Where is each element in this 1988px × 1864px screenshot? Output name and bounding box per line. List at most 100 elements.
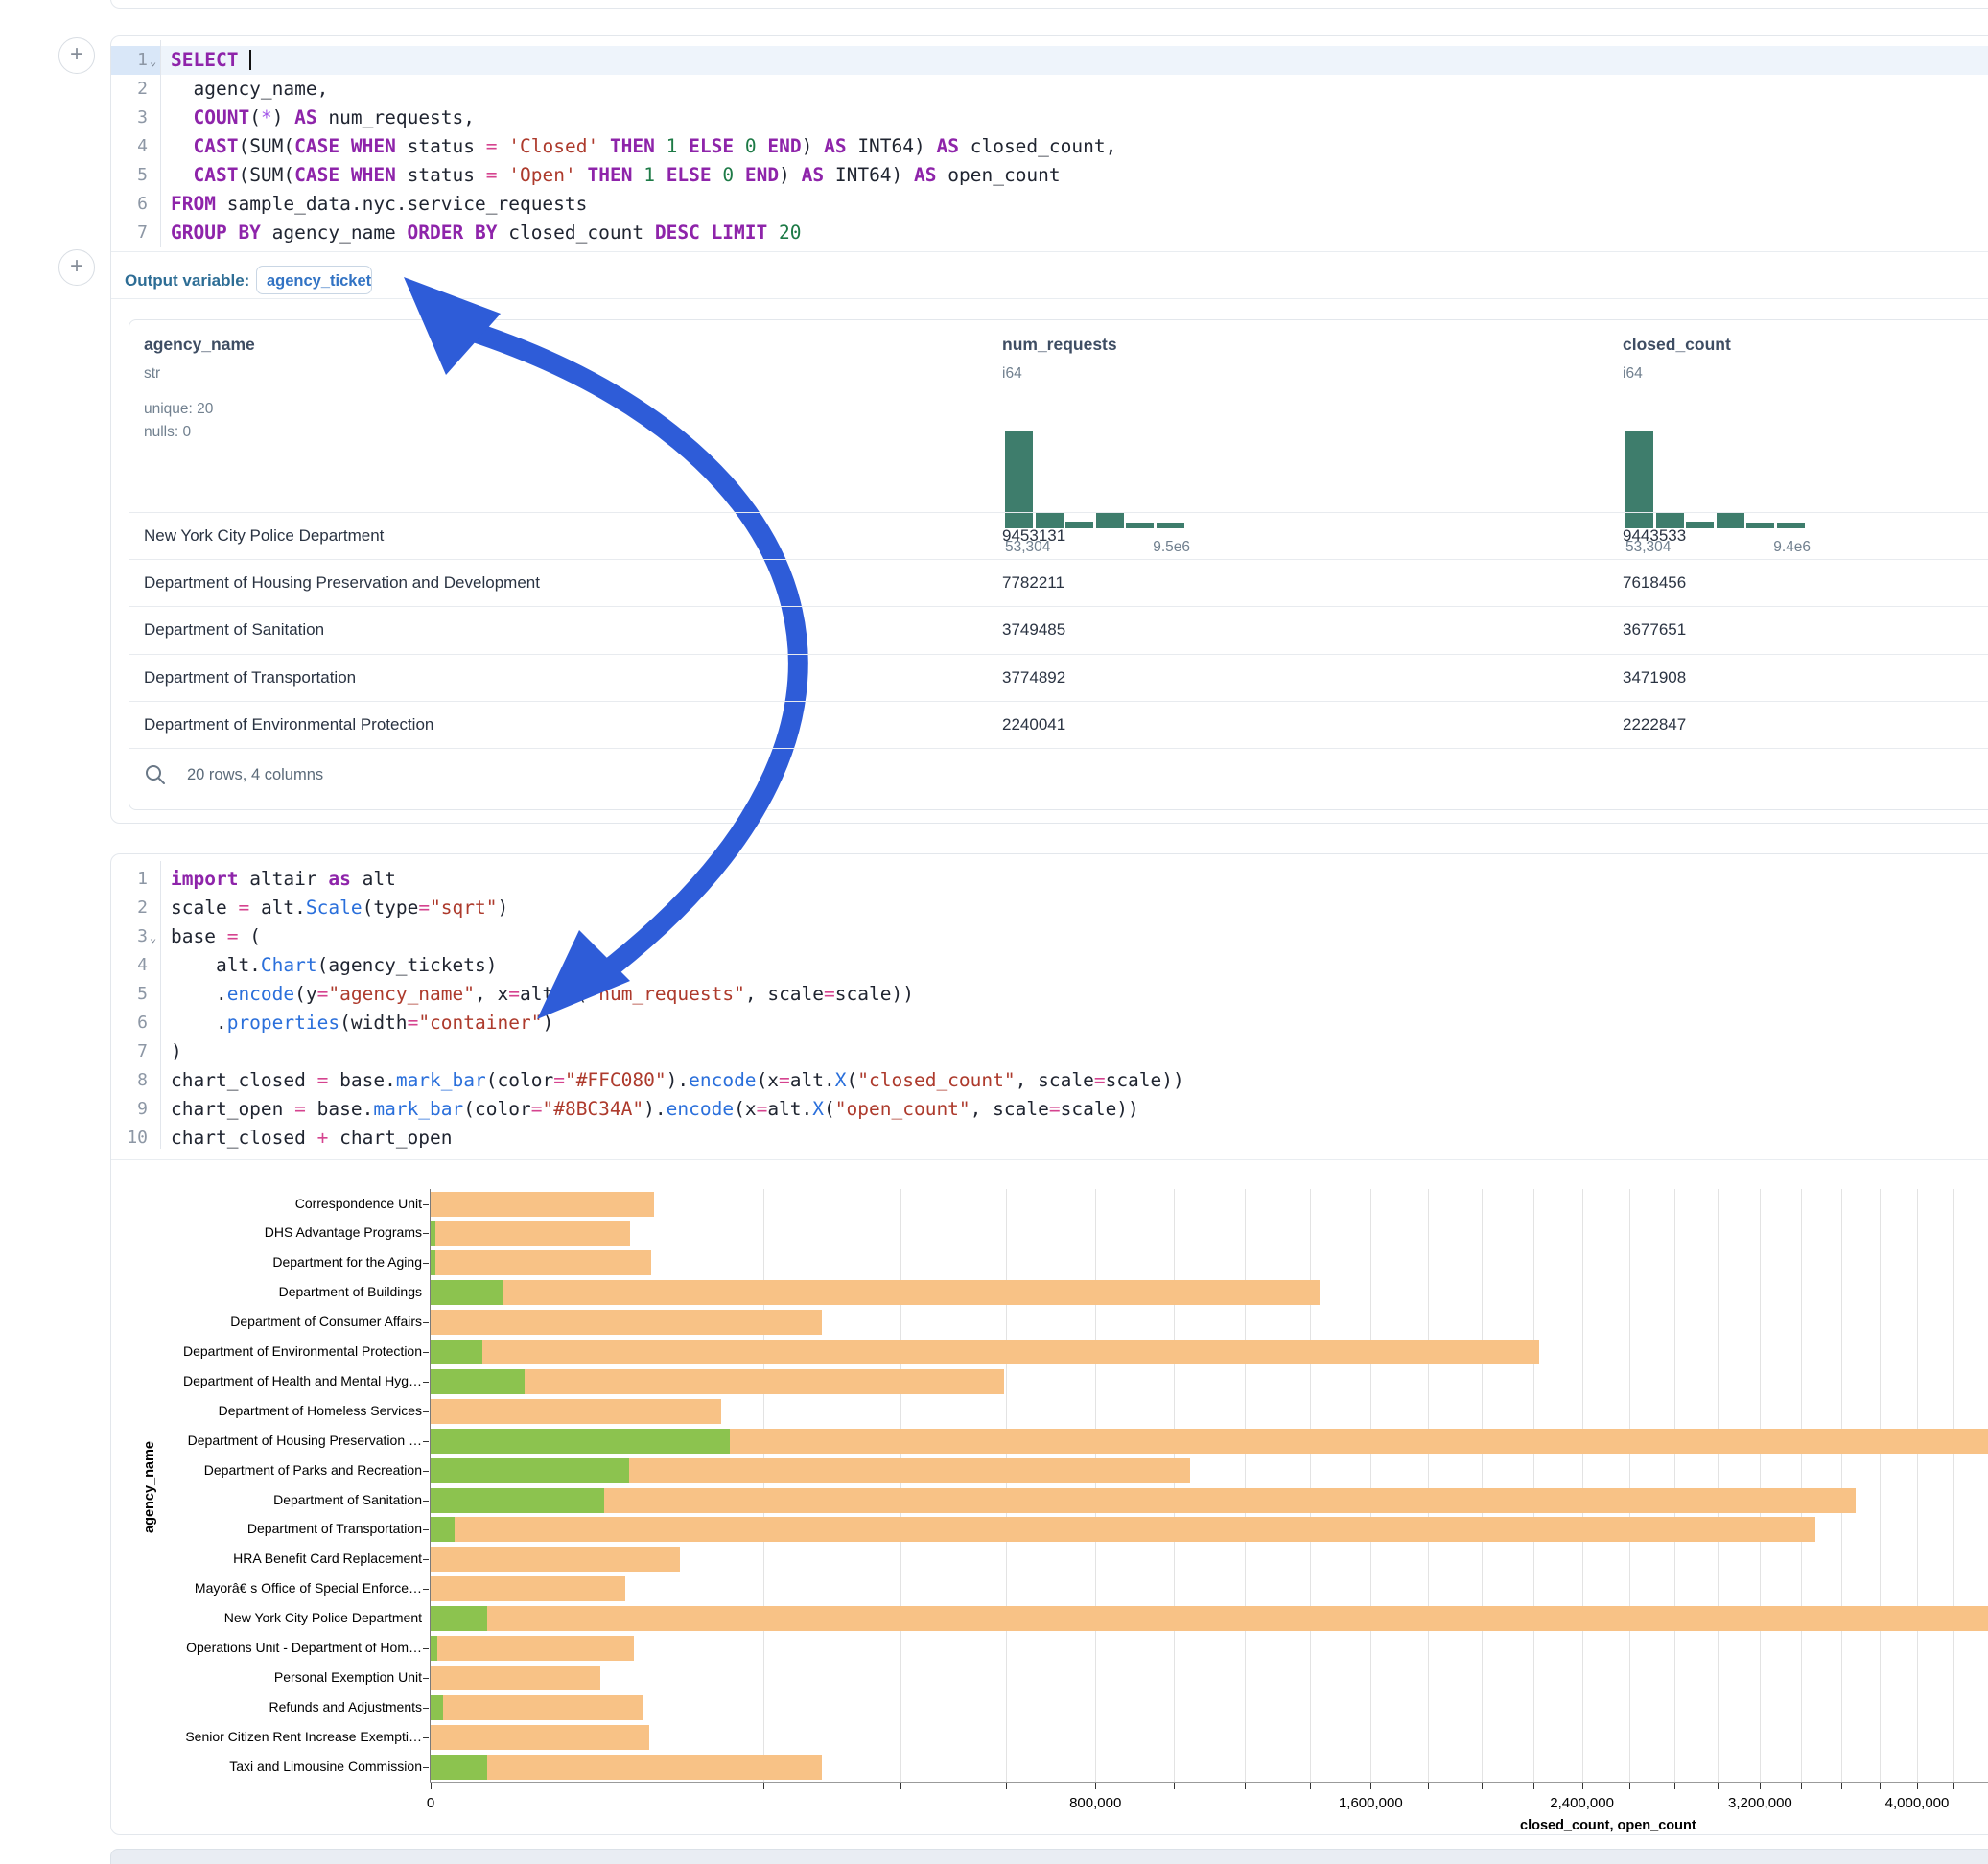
chart-y-label: Department of Sanitation (163, 1492, 422, 1507)
chart-gridline (1718, 1189, 1719, 1782)
chart-x-tick (1370, 1783, 1371, 1789)
line-number: 9 (111, 1095, 148, 1124)
table-cell-agency[interactable]: Department of Transportation (144, 654, 356, 701)
chart-x-tick-label: 1,600,000 (1339, 1795, 1403, 1811)
chart-x-tick (1310, 1783, 1311, 1789)
chart-gridline (1370, 1189, 1371, 1782)
histogram-bar (1096, 513, 1124, 528)
code-line[interactable]: 4 alt.Chart(agency_tickets) (111, 951, 1988, 980)
line-number: 2 (111, 75, 148, 104)
code-line[interactable]: 6FROM sample_data.nyc.service_requests (111, 190, 1988, 219)
add-cell-button-middle[interactable]: + (58, 249, 95, 286)
chart-y-label: DHS Advantage Programs (163, 1224, 422, 1240)
chart-bar-closed (431, 1192, 654, 1217)
code-line[interactable]: 9chart_open = base.mark_bar(color="#8BC3… (111, 1095, 1988, 1124)
line-number: 2 (111, 894, 148, 922)
chart-gridline (1310, 1189, 1311, 1782)
code-line[interactable]: 2scale = alt.Scale(type="sqrt") (111, 894, 1988, 922)
chart-y-label: Taxi and Limousine Commission (163, 1759, 422, 1774)
code-line[interactable]: 4 CAST(SUM(CASE WHEN status = 'Closed' T… (111, 132, 1988, 161)
chart-x-tick (1953, 1783, 1954, 1789)
chart-y-tick (423, 1471, 429, 1472)
text-cursor (249, 50, 251, 70)
chart-gridline (763, 1189, 764, 1782)
histogram-bar (1065, 522, 1093, 528)
chevron-down-icon[interactable]: ⌄ (150, 923, 156, 952)
chart-x-tick (900, 1783, 901, 1789)
code-line[interactable]: 5 .encode(y="agency_name", x=alt.X("num_… (111, 980, 1988, 1009)
line-number: 3 (111, 922, 148, 951)
chart-y-tick (423, 1204, 429, 1205)
code-line[interactable]: 3⌄base = ( (111, 922, 1988, 951)
code-line[interactable]: 3 COUNT(*) AS num_requests, (111, 104, 1988, 132)
table-cell-agency[interactable]: New York City Police Department (144, 512, 384, 559)
chart-y-tick (423, 1767, 429, 1768)
chart-bar-closed (431, 1576, 625, 1601)
chart-bar-open (431, 1369, 525, 1394)
line-number: 1 (111, 865, 148, 894)
code-line[interactable]: 7) (111, 1037, 1988, 1066)
line-number: 10 (111, 1124, 148, 1153)
chart-gridline (1428, 1189, 1429, 1782)
chart-bar-closed (431, 1755, 822, 1780)
chart-bar-open (431, 1340, 482, 1364)
python-code-bottom-divider (111, 1159, 1988, 1160)
sql-editor[interactable]: 1⌄SELECT 2 agency_name,3 COUNT(*) AS num… (111, 46, 1988, 247)
histogram-max-label: 9.4e6 (1747, 539, 1811, 556)
chart-y-label: Correspondence Unit (163, 1196, 422, 1211)
next-cell-edge (110, 1849, 1988, 1864)
table-cell-num-requests[interactable]: 3774892 (1002, 654, 1065, 701)
line-number: 1 (111, 46, 148, 75)
code-line[interactable]: 8chart_closed = base.mark_bar(color="#FF… (111, 1066, 1988, 1095)
table-cell-num-requests[interactable]: 2240041 (1002, 701, 1065, 748)
table-cell-closed-count[interactable]: 3471908 (1623, 654, 1686, 701)
table-cell-agency[interactable]: Department of Environmental Protection (144, 701, 433, 748)
table-cell-num-requests[interactable]: 3749485 (1002, 606, 1065, 653)
chart-y-label: Senior Citizen Rent Increase Exempti… (163, 1729, 422, 1744)
chart-bar-open (431, 1429, 730, 1454)
histogram-bar (1157, 523, 1184, 528)
chart-x-tick (1533, 1783, 1534, 1789)
column-header: num_requests (1002, 335, 1117, 355)
chart-x-tick (1482, 1783, 1483, 1789)
table-cell-closed-count[interactable]: 7618456 (1623, 559, 1686, 606)
code-line[interactable]: 5 CAST(SUM(CASE WHEN status = 'Open' THE… (111, 161, 1988, 190)
table-cell-agency[interactable]: Department of Housing Preservation and D… (144, 559, 540, 606)
code-line[interactable]: 7GROUP BY agency_name ORDER BY closed_co… (111, 219, 1988, 247)
code-line[interactable]: 1import altair as alt (111, 865, 1988, 894)
code-line[interactable]: 1⌄SELECT (111, 46, 1988, 75)
chart-gridline (1629, 1189, 1630, 1782)
chart-gridline (1801, 1189, 1802, 1782)
chart-x-tick (1801, 1783, 1802, 1789)
code-line[interactable]: 10chart_closed + chart_open (111, 1124, 1988, 1153)
histogram-bar (1686, 522, 1714, 528)
table-cell-agency[interactable]: Department of Sanitation (144, 606, 324, 653)
chart-y-tick (423, 1352, 429, 1353)
chart-x-tick (1174, 1783, 1175, 1789)
chart-y-label: Department of Parks and Recreation (163, 1462, 422, 1478)
chart-bar-open (431, 1458, 629, 1483)
table-cell-num-requests[interactable]: 9453131 (1002, 512, 1065, 559)
column-stat: unique: 20 (144, 401, 213, 418)
chart-y-tick (423, 1382, 429, 1383)
add-cell-button-top[interactable]: + (58, 37, 95, 74)
sql-code-bottom-divider (111, 251, 1988, 252)
chevron-down-icon[interactable]: ⌄ (150, 47, 156, 76)
histogram-bar (1746, 523, 1774, 528)
table-cell-closed-count[interactable]: 9443533 (1623, 512, 1686, 559)
table-cell-num-requests[interactable]: 7782211 (1002, 559, 1064, 606)
table-cell-closed-count[interactable]: 2222847 (1623, 701, 1686, 748)
chart-y-label: Department of Health and Mental Hyg… (163, 1373, 422, 1388)
chart-y-label: HRA Benefit Card Replacement (163, 1550, 422, 1566)
chart-gridline (1245, 1189, 1246, 1782)
previous-cell-edge (110, 0, 1988, 9)
output-variable-pill[interactable]: agency_tickets (256, 266, 372, 294)
line-number: 3 (111, 104, 148, 132)
chart-gridline (1174, 1189, 1175, 1782)
chart-x-tick (1718, 1783, 1719, 1789)
table-cell-closed-count[interactable]: 3677651 (1623, 606, 1686, 653)
python-editor[interactable]: 1import altair as alt2scale = alt.Scale(… (111, 865, 1988, 1153)
code-line[interactable]: 2 agency_name, (111, 75, 1988, 104)
output-variable-label: Output variable: (125, 271, 249, 291)
code-line[interactable]: 6 .properties(width="container") (111, 1009, 1988, 1037)
